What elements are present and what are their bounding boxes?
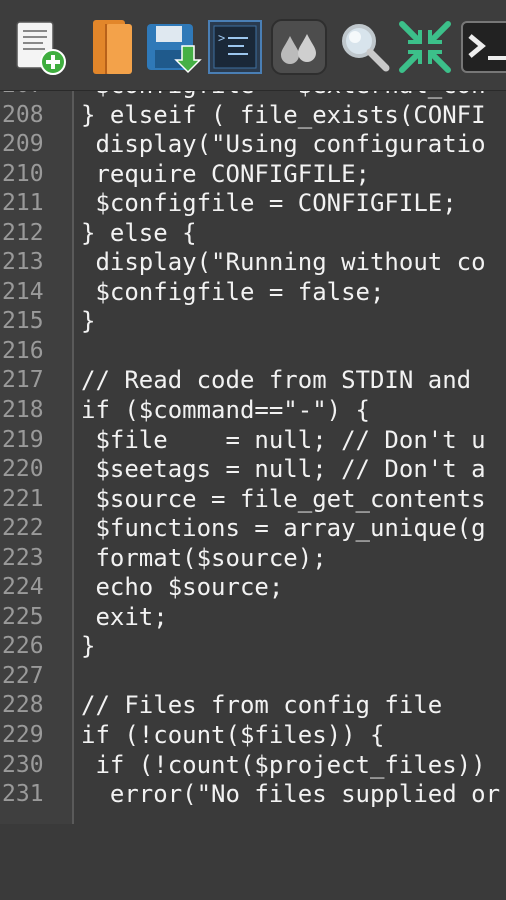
- line-number: 215: [2, 308, 44, 335]
- code-line[interactable]: 209 display("Using configuratio: [0, 130, 506, 160]
- line-number: 228: [2, 692, 44, 719]
- code-text[interactable]: // Files from config file: [81, 691, 442, 721]
- code-text[interactable]: $seetags = null; // Don't a: [81, 455, 485, 485]
- save-button[interactable]: [142, 16, 204, 78]
- line-number: 210: [2, 160, 44, 187]
- code-text[interactable]: format($source);: [81, 544, 326, 574]
- line-number: 222: [2, 515, 44, 542]
- code-text[interactable]: $configfile = $external_con: [81, 90, 485, 101]
- folder-icon: [93, 20, 132, 74]
- line-number: 226: [2, 633, 44, 660]
- code-text[interactable]: } elseif ( file_exists(CONFI: [81, 101, 486, 131]
- code-text[interactable]: if ($command=="-") {: [81, 396, 370, 426]
- code-text[interactable]: echo $source;: [81, 573, 283, 603]
- code-text[interactable]: } else {: [81, 219, 197, 249]
- code-text[interactable]: if (!count($project_files)): [81, 751, 485, 781]
- code-view-button[interactable]: >: [204, 16, 266, 78]
- code-line[interactable]: 222 $functions = array_unique(g: [0, 514, 506, 544]
- code-line[interactable]: 224 echo $source;: [0, 573, 506, 603]
- line-number: 213: [2, 249, 44, 276]
- new-file-icon: [16, 21, 66, 75]
- line-number: 225: [2, 603, 44, 630]
- code-line[interactable]: 228 // Files from config file: [0, 691, 506, 721]
- code-line[interactable]: 223 format($source);: [0, 544, 506, 574]
- code-line[interactable]: 213 display("Running without co: [0, 248, 506, 278]
- code-text[interactable]: error("No files supplied or: [81, 780, 500, 810]
- code-line[interactable]: 225 exit;: [0, 603, 506, 633]
- code-text[interactable]: }: [81, 307, 95, 337]
- code-line[interactable]: 226}: [0, 632, 506, 662]
- line-number: 220: [2, 456, 44, 483]
- line-number: 209: [2, 131, 44, 158]
- code-line[interactable]: 218 if ($command=="-") {: [0, 396, 506, 426]
- code-text[interactable]: display("Running without co: [81, 248, 485, 278]
- line-number: 221: [2, 485, 44, 512]
- line-number: 211: [2, 190, 44, 217]
- code-text[interactable]: exit;: [81, 603, 167, 633]
- terminal-button[interactable]: [458, 16, 506, 78]
- line-number: 207: [2, 90, 68, 101]
- empty-editor-area[interactable]: [0, 824, 506, 900]
- drops-icon: [271, 19, 327, 75]
- code-line[interactable]: 211 $configfile = CONFIGFILE;: [0, 189, 506, 219]
- line-number: 227: [2, 662, 44, 689]
- line-number: 223: [2, 544, 44, 571]
- toolbar: >: [0, 0, 506, 91]
- line-number: 229: [2, 722, 44, 749]
- code-text[interactable]: if (!count($files)) {: [81, 721, 384, 751]
- search-button[interactable]: [334, 16, 396, 78]
- svg-text:>: >: [218, 31, 225, 45]
- code-editor[interactable]: 207 $configfile = $external_con208} else…: [0, 90, 506, 824]
- code-line[interactable]: 230 if (!count($project_files)): [0, 751, 506, 781]
- code-line[interactable]: 212 } else {: [0, 219, 506, 249]
- line-number: 230: [2, 751, 44, 778]
- code-text[interactable]: require CONFIGFILE;: [81, 160, 370, 190]
- code-editor-app: > 208} elseif (file_exists(CONFI 209 d…: [0, 0, 506, 900]
- line-number: 217: [2, 367, 44, 394]
- theme-button[interactable]: [268, 16, 330, 78]
- line-number: 208: [2, 101, 44, 128]
- code-line[interactable]: 214 $configfile = false;: [0, 278, 506, 308]
- code-line[interactable]: 229 if (!count($files)) {: [0, 721, 506, 751]
- line-number: 218: [2, 397, 44, 424]
- code-line[interactable]: 216: [0, 337, 506, 367]
- open-folder-button[interactable]: [80, 16, 142, 78]
- line-number: 214: [2, 278, 44, 305]
- line-number: 216: [2, 337, 44, 364]
- code-line[interactable]: 231 error("No files supplied or: [0, 780, 506, 810]
- collapse-button[interactable]: [394, 16, 456, 78]
- code-text[interactable]: $file = null; // Don't u: [81, 426, 485, 456]
- code-text[interactable]: // Read code from STDIN and: [81, 366, 471, 396]
- terminal-icon: [461, 21, 506, 73]
- code-text[interactable]: $configfile = CONFIGFILE;: [81, 189, 456, 219]
- code-line[interactable]: 208 } elseif ( file_exists(CONFI: [0, 101, 506, 131]
- code-text[interactable]: }: [81, 632, 95, 662]
- search-icon: [342, 24, 390, 72]
- code-text[interactable]: $functions = array_unique(g: [81, 514, 485, 544]
- code-lines: 207 $configfile = $external_con208} else…: [0, 90, 506, 810]
- code-line[interactable]: 217 // Read code from STDIN and: [0, 366, 506, 396]
- save-icon: [147, 24, 202, 74]
- line-number: 224: [2, 574, 44, 601]
- code-line[interactable]: 215}: [0, 307, 506, 337]
- code-file-icon: >: [208, 20, 262, 74]
- new-file-button[interactable]: [8, 16, 70, 78]
- code-line[interactable]: 220 $seetags = null; // Don't a: [0, 455, 506, 485]
- code-text[interactable]: display("Using configuratio: [81, 130, 485, 160]
- code-line[interactable]: 221 $source = file_get_contents: [0, 485, 506, 515]
- line-number: 231: [2, 781, 44, 808]
- code-line[interactable]: 219 $file = null; // Don't u: [0, 426, 506, 456]
- line-number: 212: [2, 219, 44, 246]
- code-line[interactable]: 227: [0, 662, 506, 692]
- collapse-arrows-icon: [399, 21, 451, 73]
- code-text[interactable]: $source = file_get_contents: [81, 485, 485, 515]
- line-number: 219: [2, 426, 44, 453]
- code-text[interactable]: $configfile = false;: [81, 278, 384, 308]
- code-line[interactable]: 207 $configfile = $external_con: [0, 90, 506, 101]
- code-line[interactable]: 210 require CONFIGFILE;: [0, 160, 506, 190]
